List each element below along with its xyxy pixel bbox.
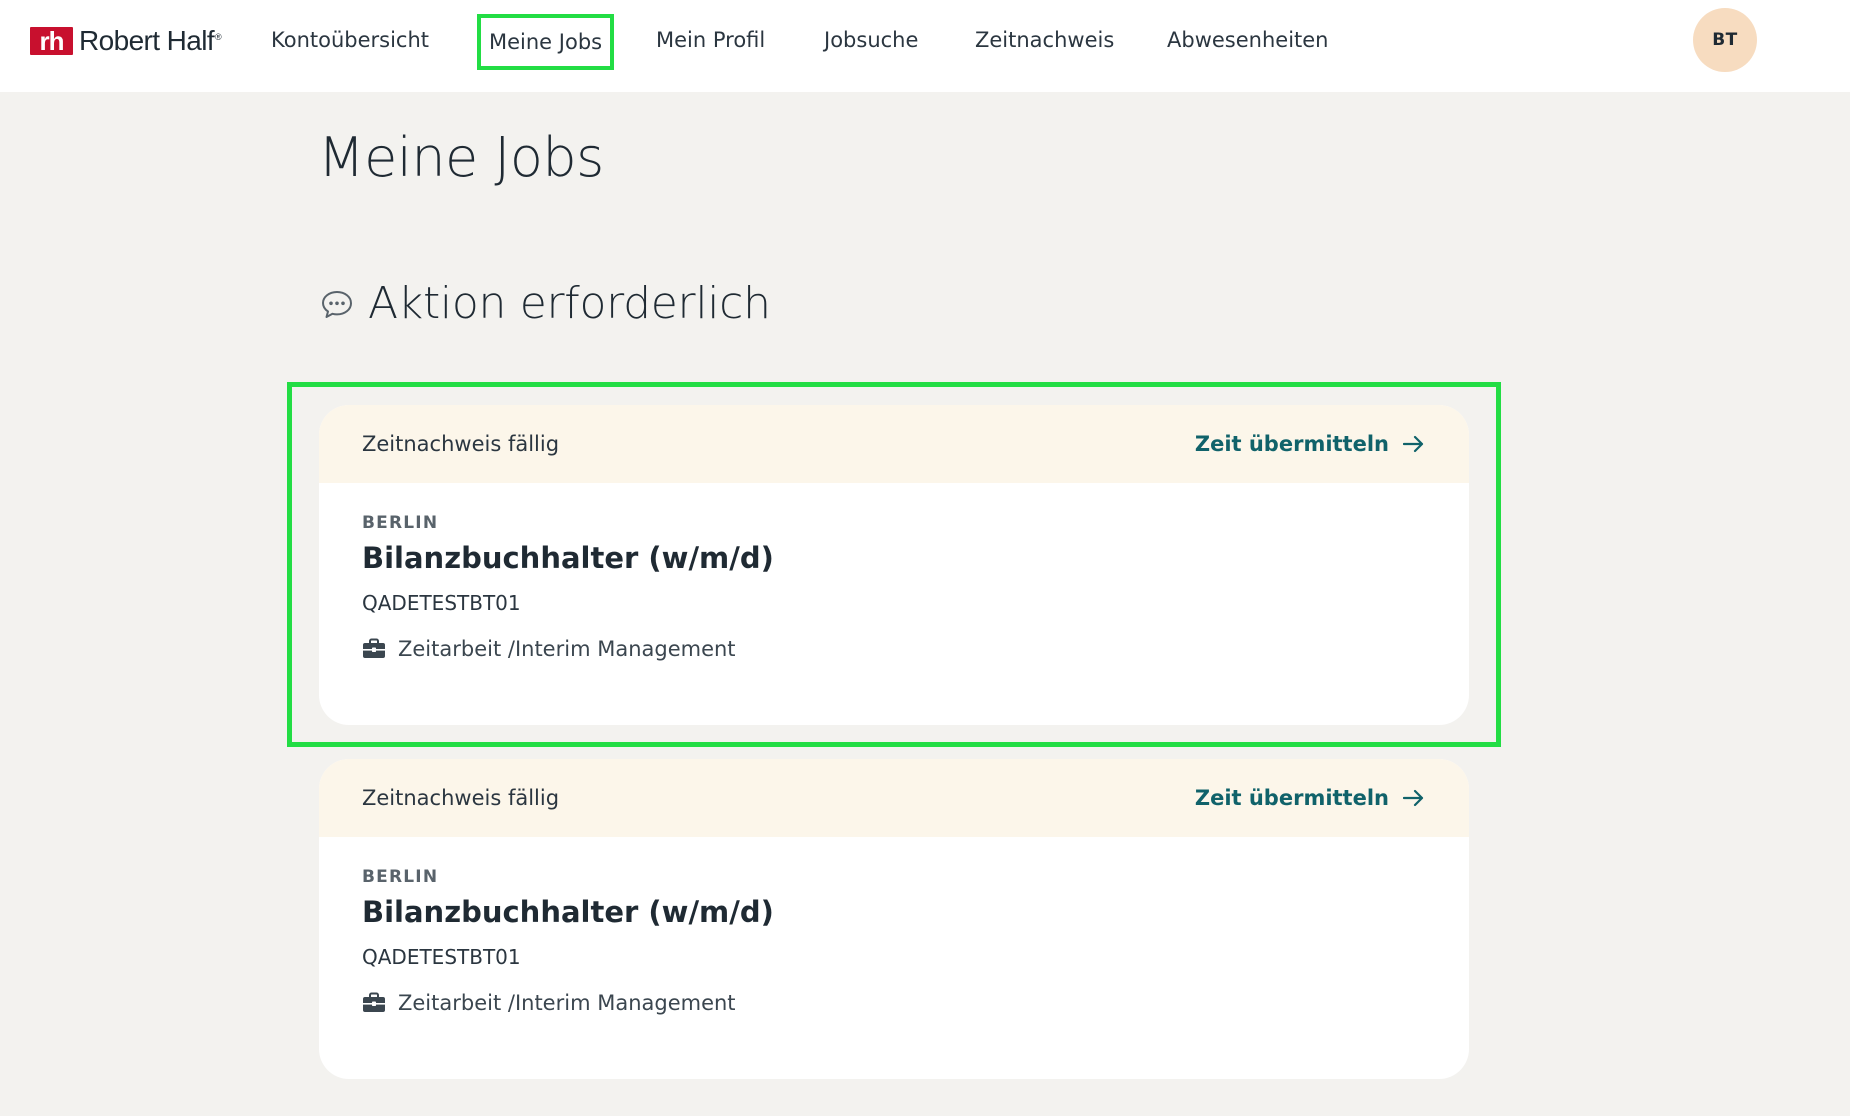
logo-mark: rh [30,27,73,55]
chat-bubble-icon [322,290,352,318]
page-title: Meine Jobs [318,126,604,189]
job-title[interactable]: Bilanzbuchhalter (w/m/d) [362,895,1426,929]
logo-wordmark: Robert Half [79,25,215,56]
highlight-box [287,382,1501,747]
nav-item-meine-jobs[interactable]: Meine Jobs [477,14,615,70]
robert-half-logo[interactable]: rh Robert Half® [30,25,222,57]
user-avatar[interactable]: BT [1693,8,1757,72]
job-location: BERLIN [362,867,439,887]
nav-item-zeitnachweis[interactable]: Zeitnachweis [975,24,1114,60]
job-card: Zeitnachweis fällig Zeit übermitteln BER… [319,759,1469,1079]
logo-text: Robert Half® [79,25,222,57]
timesheet-due-banner: Zeitnachweis fällig Zeit übermitteln [319,759,1469,837]
nav-item-kontouebersicht[interactable]: Kontoübersicht [271,24,429,60]
submit-time-link[interactable]: Zeit übermitteln [1195,786,1425,810]
job-type-label: Zeitarbeit /Interim Management [398,991,736,1015]
nav-item-mein-profil[interactable]: Mein Profil [656,24,765,60]
job-id: QADETESTBT01 [362,945,521,969]
section-title: Aktion erforderlich [368,278,771,329]
top-navigation-bar: rh Robert Half® Kontoübersicht Meine Job… [0,0,1850,92]
logo-registered-mark: ® [215,31,222,42]
submit-time-label: Zeit übermitteln [1194,786,1389,810]
section-header-action-required: Aktion erforderlich [320,278,771,329]
arrow-right-icon [1403,789,1424,807]
briefcase-icon [363,992,385,1012]
job-card-body[interactable]: BERLIN Bilanzbuchhalter (w/m/d) QADETEST… [319,837,1469,1015]
banner-label: Zeitnachweis fällig [362,786,560,810]
nav-item-abwesenheiten[interactable]: Abwesenheiten [1167,24,1329,60]
nav-item-jobsuche[interactable]: Jobsuche [824,24,918,60]
job-type-row: Zeitarbeit /Interim Management [362,991,1426,1015]
